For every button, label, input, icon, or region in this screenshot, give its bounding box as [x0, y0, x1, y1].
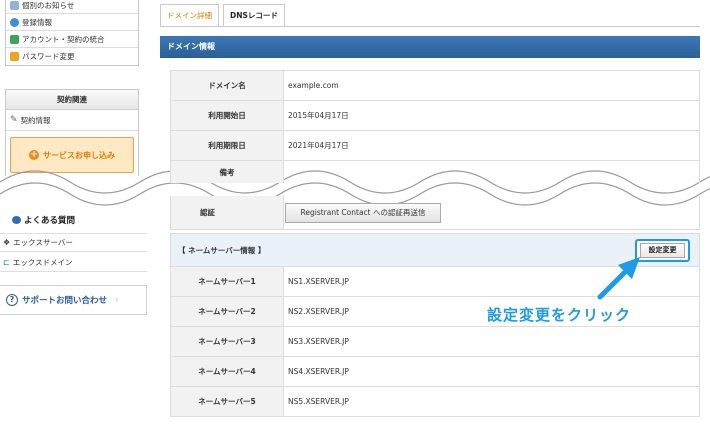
- support-label: サポートお問い合わせ: [22, 296, 108, 306]
- sidebar-account-menu: 個別のお知らせ 登録情報 アカウント・契約の統合 パスワード変更: [5, 0, 139, 66]
- row-label: ネームサーバー3: [171, 327, 284, 356]
- table-row: 備考: [171, 161, 699, 183]
- table-row: ネームサーバー4 NS4.XSERVER.JP: [171, 357, 699, 387]
- row-label: 利用開始日: [171, 101, 284, 130]
- row-label: ネームサーバー5: [171, 387, 284, 416]
- table-row: ドメイン名 example.com: [171, 71, 699, 101]
- row-value: 2015年04月17日: [288, 111, 349, 120]
- table-row: 利用開始日 2015年04月17日: [171, 101, 699, 131]
- faq-heading: よくある質問: [0, 210, 147, 230]
- auth-row-label: 認証: [200, 208, 215, 217]
- support-contact-button[interactable]: ? サポートお問い合わせ ›: [0, 285, 147, 315]
- sidebar-item-label: パスワード変更: [22, 52, 75, 61]
- sidebar-item-registration[interactable]: 登録情報: [6, 14, 138, 31]
- table-row: 利用期限日 2021年04月17日: [171, 131, 699, 161]
- faq-link-xdomain[interactable]: ⊏ エックスドメイン: [0, 253, 147, 272]
- row-value: [284, 161, 699, 183]
- row-label: ネームサーバー1: [171, 267, 284, 296]
- annotation-callout: 設定変更をクリック: [487, 306, 632, 324]
- faq-link-label: エックスドメイン: [12, 257, 73, 267]
- sidebar-item-merge[interactable]: アカウント・契約の統合: [6, 31, 138, 48]
- tab-dns-records[interactable]: DNSレコード: [223, 4, 285, 26]
- sidebar-item-label: 登録情報: [22, 17, 52, 27]
- faq-link-xserver[interactable]: ❖ エックスサーバー: [0, 233, 147, 252]
- table-row: ネームサーバー3 NS3.XSERVER.JP: [171, 327, 699, 357]
- row-label: 利用期限日: [171, 131, 284, 160]
- table-row: ネームサーバー5 NS5.XSERVER.JP: [171, 387, 699, 417]
- row-value: NS4.XSERVER.JP: [288, 367, 349, 376]
- chevron-right-icon: ›: [115, 295, 119, 305]
- x-domain-icon: ⊏: [3, 257, 10, 267]
- faq-title: よくある質問: [24, 216, 76, 226]
- row-label: ネームサーバー2: [171, 297, 284, 326]
- annotation-arrow-icon: [597, 257, 640, 300]
- apply-service-label: サービスお申し込み: [43, 150, 115, 160]
- row-value: NS3.XSERVER.JP: [288, 337, 349, 346]
- sidebar-item-label: 個別のお知らせ: [22, 0, 75, 10]
- tab-divider: [160, 26, 700, 27]
- sidebar-item-label: 契約情報: [20, 115, 51, 125]
- faq-link-label: エックスサーバー: [13, 238, 73, 247]
- sidebar-item-contract-info[interactable]: ✎ 契約情報: [6, 110, 138, 131]
- sidebar-item-notices[interactable]: 個別のお知らせ: [6, 0, 138, 14]
- notice-icon: [10, 0, 19, 10]
- row-label: ドメイン名: [171, 71, 284, 100]
- diamond-icon: ❖: [3, 238, 11, 247]
- merge-icon: [10, 34, 19, 44]
- sidebar-item-label: アカウント・契約の統合: [22, 34, 105, 44]
- plus-icon: +: [29, 150, 39, 160]
- nameserver-header-label: 【 ネームサーバー情報 】: [178, 245, 266, 255]
- tab-bar: ドメイン詳細 DNSレコード: [160, 4, 285, 26]
- resend-registrant-button[interactable]: Registrant Contact への認証再送信: [285, 203, 441, 223]
- row-label: 備考: [171, 161, 284, 183]
- row-value: NS5.XSERVER.JP: [288, 397, 349, 406]
- domain-info-title: ドメイン情報: [160, 36, 700, 58]
- sidebar-item-password[interactable]: パスワード変更: [6, 48, 138, 65]
- pencil-icon: ✎: [10, 114, 18, 125]
- lock-icon: [10, 52, 19, 61]
- person-icon: [10, 17, 19, 27]
- row-label: ネームサーバー4: [171, 357, 284, 386]
- speech-bubble-icon: [12, 216, 21, 224]
- auth-row-label-cell: [171, 196, 284, 229]
- tab-domain-detail[interactable]: ドメイン詳細: [160, 4, 219, 26]
- row-value: example.com: [288, 81, 339, 90]
- sidebar-section-title: 契約関連: [6, 90, 138, 110]
- domain-info-table: ドメイン名 example.com 利用開始日 2015年04月17日 利用期限…: [170, 70, 700, 183]
- question-icon: ?: [6, 294, 18, 306]
- row-value: 2021年04月17日: [288, 141, 349, 150]
